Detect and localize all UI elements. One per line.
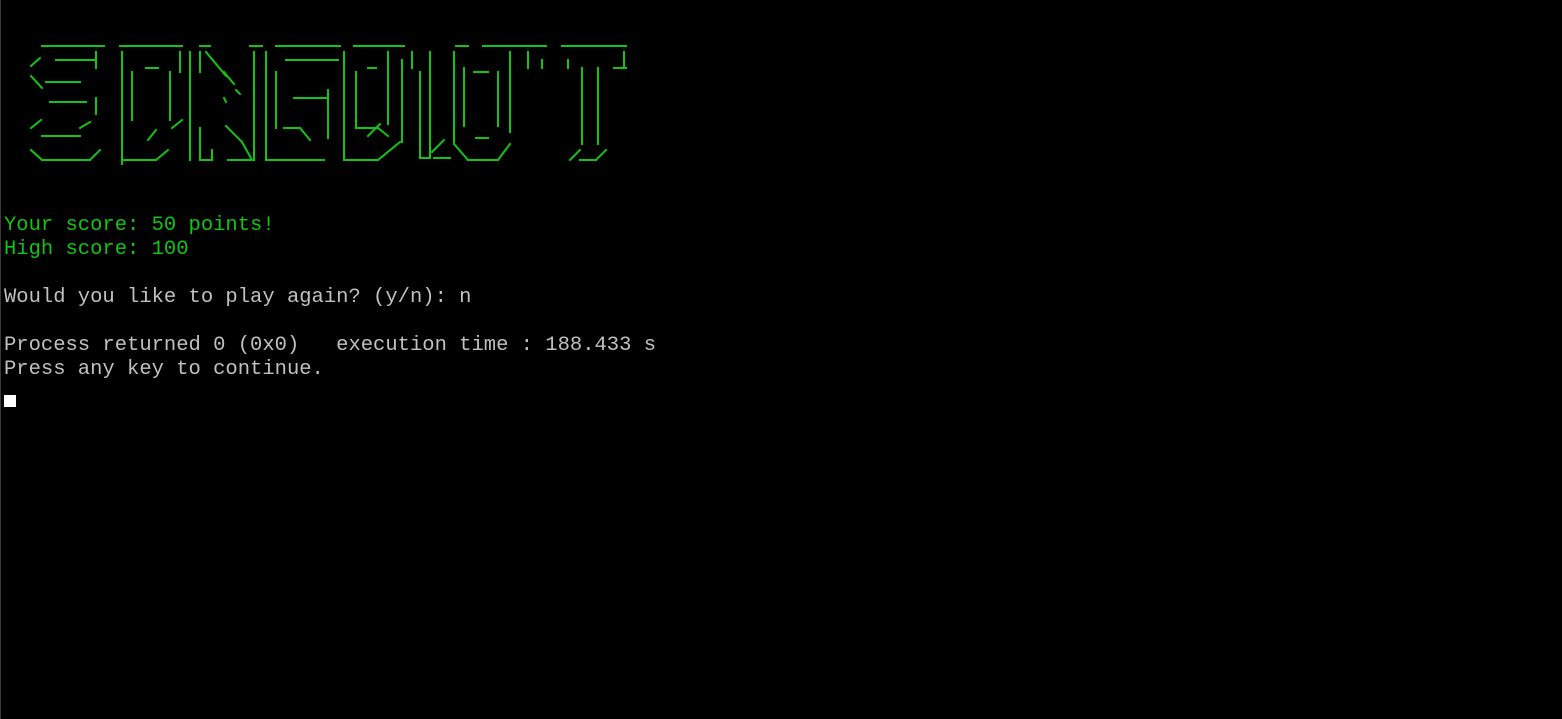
press-any-key-message: Press any key to continue. [4,358,324,381]
high-score-line: High score: 100 [4,238,189,261]
ascii-art-logo-graphic [29,45,627,165]
process-exit-status: Process returned 0 (0x0) execution time … [4,334,657,357]
ascii-art-logo [28,32,638,172]
console-window[interactable]: Your score: 50 points! High score: 100 W… [0,0,1562,719]
text-cursor [4,395,16,407]
play-again-prompt: Would you like to play again? (y/n): n [4,286,472,309]
score-line: Your score: 50 points! [4,214,275,237]
